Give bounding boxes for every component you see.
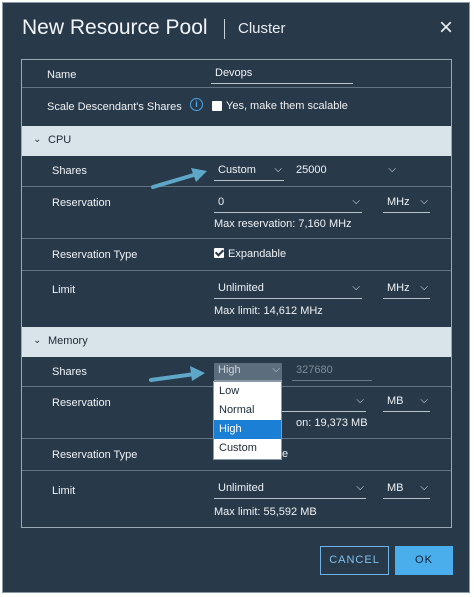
annotation-arrow-icon (149, 366, 205, 382)
cpu-reservation-value: 0 (218, 196, 225, 208)
cpu-limit-unit-select[interactable]: MHz ⌵ (383, 281, 430, 299)
chevron-down-icon: ⌵ (352, 196, 360, 207)
scale-shares-checkbox-label: Yes, make them scalable (226, 100, 348, 112)
cpu-limit-value: Unlimited (218, 282, 264, 294)
chevron-down-icon: ⌵ (420, 482, 428, 493)
dropdown-option-low[interactable]: Low (214, 382, 281, 401)
memory-shares-value-input[interactable]: 327680 (292, 363, 372, 381)
cpu-limit-row: Limit Unlimited ⌵ MHz ⌵ Max limit: 14,61… (22, 271, 451, 326)
memory-limit-unit-select[interactable]: MB ⌵ (383, 481, 430, 499)
cpu-limit-label: Limit (52, 284, 76, 296)
chevron-down-icon: ⌵ (274, 164, 282, 175)
memory-shares-dropdown-menu: Low Normal High Custom (213, 381, 282, 460)
memory-section-header[interactable]: ⌄ Memory (22, 327, 451, 357)
chevron-down-icon: ⌄ (33, 335, 42, 346)
dropdown-option-normal[interactable]: Normal (214, 401, 281, 420)
memory-limit-label: Limit (52, 485, 76, 497)
dialog-subtitle: Cluster (238, 20, 286, 37)
memory-shares-value: 327680 (296, 364, 333, 376)
option-label: Custom (219, 442, 257, 454)
cpu-max-reservation-hint: Max reservation: 7,160 MHz (214, 218, 352, 230)
cpu-shares-value-input[interactable]: 25000 ⌵ (292, 163, 398, 181)
memory-shares-level-value: High (218, 364, 241, 376)
memory-expandable-label: e (282, 448, 289, 460)
memory-section-title: Memory (48, 335, 88, 347)
chevron-down-icon: ⌵ (420, 282, 428, 293)
annotation-arrow-icon (151, 168, 207, 189)
chevron-down-icon: ⌵ (420, 196, 428, 207)
cpu-reservation-row: Reservation 0 ⌵ MHz ⌵ Max reservation: 7… (22, 187, 451, 239)
chevron-down-icon: ⌵ (356, 482, 364, 493)
cpu-max-limit-hint: Max limit: 14,612 MHz (214, 305, 323, 317)
memory-shares-level-select[interactable]: High ⌵ (214, 363, 282, 381)
new-resource-pool-dialog: New Resource Pool Cluster × Name Devops … (2, 2, 470, 593)
name-input[interactable]: Devops (211, 66, 353, 84)
title-divider (224, 19, 225, 39)
memory-max-reservation-hint: on: 19,373 MB (296, 417, 368, 429)
memory-reservation-unit-select[interactable]: MB ⌵ (383, 394, 430, 412)
memory-reservation-label: Reservation (52, 397, 111, 409)
cpu-section-header[interactable]: ⌄ CPU (22, 126, 451, 156)
memory-limit-value: Unlimited (218, 482, 264, 494)
chevron-down-icon: ⌵ (388, 164, 396, 175)
cancel-button[interactable]: CANCEL (320, 546, 389, 575)
option-label: Normal (219, 404, 255, 416)
chevron-down-icon: ⌵ (352, 282, 360, 293)
cpu-limit-input[interactable]: Unlimited ⌵ (214, 281, 362, 299)
dialog-title: New Resource Pool (22, 16, 208, 39)
info-icon[interactable]: i (190, 98, 203, 111)
memory-shares-label: Shares (52, 366, 87, 378)
cpu-shares-level-value: Custom (218, 164, 256, 176)
option-label: Low (219, 385, 240, 397)
cpu-reservation-input[interactable]: 0 ⌵ (214, 195, 362, 213)
dropdown-option-custom[interactable]: Custom (214, 439, 281, 458)
ok-button[interactable]: OK (395, 546, 453, 575)
memory-max-limit-hint: Max limit: 55,592 MB (214, 506, 317, 518)
close-icon[interactable]: × (435, 16, 457, 40)
cpu-reservation-type-label: Reservation Type (52, 249, 138, 261)
chevron-down-icon: ⌵ (356, 395, 364, 406)
cpu-reservation-type-row: Reservation Type Expandable (22, 239, 451, 271)
cpu-limit-unit: MHz (387, 282, 410, 294)
cpu-expandable-checkbox[interactable] (214, 248, 224, 258)
dropdown-option-high[interactable]: High (214, 420, 281, 439)
memory-reservation-unit: MB (387, 395, 404, 407)
name-label: Name (47, 69, 77, 81)
name-row: Name Devops (22, 60, 451, 88)
memory-reservation-type-label: Reservation Type (52, 449, 138, 461)
cpu-section-title: CPU (48, 134, 72, 146)
cpu-reservation-unit: MHz (387, 196, 410, 208)
scale-shares-row: Scale Descendant's Shares i Yes, make th… (22, 88, 451, 126)
cpu-expandable-label: Expandable (228, 248, 287, 260)
scale-shares-label: Scale Descendant's Shares (47, 101, 182, 113)
cpu-shares-label: Shares (52, 165, 87, 177)
cpu-shares-level-select[interactable]: Custom ⌵ (214, 163, 284, 181)
scale-shares-checkbox[interactable] (212, 101, 222, 111)
chevron-down-icon: ⌵ (420, 395, 428, 406)
cpu-reservation-label: Reservation (52, 197, 111, 209)
memory-limit-unit: MB (387, 482, 404, 494)
cpu-reservation-unit-select[interactable]: MHz ⌵ (383, 195, 430, 213)
memory-limit-input[interactable]: Unlimited ⌵ (214, 481, 366, 499)
cpu-shares-row: Shares Custom ⌵ 25000 ⌵ (22, 156, 451, 187)
memory-limit-row: Limit Unlimited ⌵ MB ⌵ Max limit: 55,592… (22, 471, 451, 527)
cpu-shares-value: 25000 (296, 164, 327, 176)
chevron-down-icon: ⌄ (33, 134, 42, 145)
option-label: High (219, 423, 242, 435)
chevron-down-icon: ⌵ (272, 364, 280, 375)
name-input-value: Devops (215, 67, 253, 79)
